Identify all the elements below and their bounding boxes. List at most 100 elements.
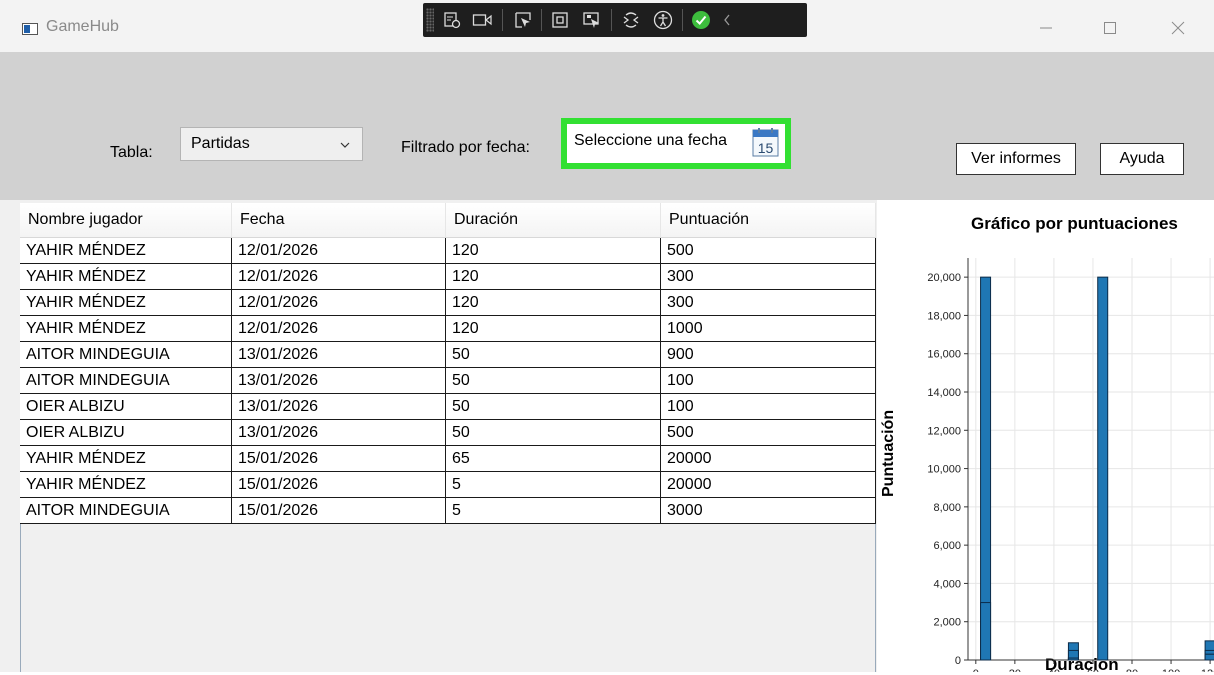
table-cell[interactable]: AITOR MINDEGUIA <box>20 368 232 394</box>
table-row[interactable]: AITOR MINDEGUIA 13/01/2026 50 900 <box>20 342 876 368</box>
table-cell[interactable]: AITOR MINDEGUIA <box>20 498 232 524</box>
close-icon[interactable] <box>1163 14 1193 42</box>
chart-bar <box>1067 657 1079 661</box>
table-cell[interactable]: 12/01/2026 <box>232 290 446 316</box>
maximize-icon[interactable] <box>1095 14 1125 42</box>
table-row[interactable]: YAHIR MÉNDEZ 15/01/2026 5 20000 <box>20 472 876 498</box>
table-cell[interactable]: 13/01/2026 <box>232 368 446 394</box>
table-cell[interactable]: OIER ALBIZU <box>20 420 232 446</box>
table-cell[interactable]: 100 <box>661 394 876 420</box>
video-camera-icon[interactable] <box>470 9 494 31</box>
window-title: GameHub <box>46 18 119 35</box>
collapse-chevron-icon[interactable] <box>715 9 739 31</box>
chart-y-tick-label: 0 <box>955 655 961 667</box>
table-cell[interactable]: 100 <box>661 368 876 394</box>
table-cell[interactable]: 500 <box>661 238 876 264</box>
table-cell[interactable]: 900 <box>661 342 876 368</box>
chart-bar <box>1204 653 1214 661</box>
chart-y-tick-label: 16,000 <box>927 349 961 361</box>
table-cell[interactable]: 5 <box>446 498 661 524</box>
table-cell[interactable]: YAHIR MÉNDEZ <box>20 264 232 290</box>
table-row[interactable]: YAHIR MÉNDEZ 12/01/2026 120 500 <box>20 238 876 264</box>
track-focus-icon[interactable] <box>580 9 604 31</box>
table-cell[interactable]: 15/01/2026 <box>232 472 446 498</box>
help-button[interactable]: Ayuda <box>1100 143 1184 175</box>
calendar-day-text: 15 <box>758 140 774 156</box>
table-cell[interactable]: AITOR MINDEGUIA <box>20 342 232 368</box>
table-cell[interactable]: 20000 <box>661 446 876 472</box>
chart-y-tick-label: 4,000 <box>933 578 961 590</box>
table-cell[interactable]: 120 <box>446 264 661 290</box>
date-filter-label: Filtrado por fecha: <box>401 139 530 156</box>
table-cell[interactable]: 13/01/2026 <box>232 420 446 446</box>
date-picker[interactable]: Seleccione una fecha 15 <box>567 124 785 163</box>
table-cell[interactable]: 120 <box>446 238 661 264</box>
table-cell[interactable]: 500 <box>661 420 876 446</box>
chart-x-tick-label: 100 <box>1162 668 1180 672</box>
table-select-value: Partidas <box>191 135 250 152</box>
xaml-debug-toolbar <box>423 3 807 37</box>
table-cell[interactable]: 12/01/2026 <box>232 264 446 290</box>
table-cell[interactable]: 50 <box>446 420 661 446</box>
table-cell[interactable]: 13/01/2026 <box>232 394 446 420</box>
table-cell[interactable]: 15/01/2026 <box>232 498 446 524</box>
table-cell[interactable]: YAHIR MÉNDEZ <box>20 472 232 498</box>
table-cell[interactable]: 5 <box>446 472 661 498</box>
table-cell[interactable]: 3000 <box>661 498 876 524</box>
chart-y-tick-label: 6,000 <box>933 540 961 552</box>
table-row[interactable]: YAHIR MÉNDEZ 15/01/2026 65 20000 <box>20 446 876 472</box>
minimize-icon[interactable] <box>1031 14 1061 42</box>
accessibility-icon[interactable] <box>651 9 675 31</box>
app-window-icon <box>22 23 38 35</box>
column-header-duration[interactable]: Duración <box>446 203 661 238</box>
table-cell[interactable]: 1000 <box>661 316 876 342</box>
table-cell[interactable]: 13/01/2026 <box>232 342 446 368</box>
toolbar-grip-icon[interactable] <box>426 8 434 32</box>
table-row[interactable]: YAHIR MÉNDEZ 12/01/2026 120 300 <box>20 290 876 316</box>
chart-bar <box>1097 276 1109 661</box>
table-cell[interactable]: OIER ALBIZU <box>20 394 232 420</box>
table-select[interactable]: Partidas <box>180 127 363 161</box>
table-cell[interactable]: YAHIR MÉNDEZ <box>20 238 232 264</box>
table-cell[interactable]: 20000 <box>661 472 876 498</box>
table-row[interactable]: OIER ALBIZU 13/01/2026 50 500 <box>20 420 876 446</box>
chevron-down-icon <box>340 136 350 154</box>
column-header-date[interactable]: Fecha <box>232 203 446 238</box>
calendar-icon[interactable]: 15 <box>752 128 779 157</box>
table-cell[interactable]: 120 <box>446 316 661 342</box>
hot-reload-icon[interactable] <box>619 9 643 31</box>
table-cell[interactable]: 15/01/2026 <box>232 446 446 472</box>
view-reports-button[interactable]: Ver informes <box>956 143 1076 175</box>
table-cell[interactable]: 50 <box>446 394 661 420</box>
column-header-player[interactable]: Nombre jugador <box>20 203 232 238</box>
table-cell[interactable]: YAHIR MÉNDEZ <box>20 446 232 472</box>
chart-y-tick-label: 20,000 <box>927 272 961 284</box>
chart-title: Gráfico por puntuaciones <box>971 214 1178 233</box>
title-bar: GameHub <box>0 0 1214 52</box>
table-row[interactable]: YAHIR MÉNDEZ 12/01/2026 120 300 <box>20 264 876 290</box>
table-row[interactable]: OIER ALBIZU 13/01/2026 50 100 <box>20 394 876 420</box>
chart-x-tick-label: 60 <box>1087 668 1099 672</box>
table-label: Tabla: <box>110 144 153 161</box>
date-picker-placeholder: Seleccione una fecha <box>574 132 727 149</box>
table-cell[interactable]: YAHIR MÉNDEZ <box>20 290 232 316</box>
table-row[interactable]: YAHIR MÉNDEZ 12/01/2026 120 1000 <box>20 316 876 342</box>
table-cell[interactable]: 300 <box>661 264 876 290</box>
column-header-score[interactable]: Puntuación <box>661 203 876 238</box>
table-cell[interactable]: YAHIR MÉNDEZ <box>20 316 232 342</box>
live-visual-tree-icon[interactable] <box>440 9 464 31</box>
table-cell[interactable]: 50 <box>446 342 661 368</box>
checkmark-success-icon[interactable] <box>689 9 713 31</box>
select-element-icon[interactable] <box>511 9 535 31</box>
grid-body: YAHIR MÉNDEZ 12/01/2026 120 500 YAHIR MÉNDEZ… <box>20 238 876 524</box>
table-cell[interactable]: 65 <box>446 446 661 472</box>
table-cell[interactable]: 12/01/2026 <box>232 316 446 342</box>
table-cell[interactable]: 120 <box>446 290 661 316</box>
table-row[interactable]: AITOR MINDEGUIA 13/01/2026 50 100 <box>20 368 876 394</box>
table-row[interactable]: AITOR MINDEGUIA 15/01/2026 5 3000 <box>20 498 876 524</box>
display-layout-adorners-icon[interactable] <box>548 9 572 31</box>
chart-y-tick-label: 12,000 <box>927 425 961 437</box>
table-cell[interactable]: 12/01/2026 <box>232 238 446 264</box>
table-cell[interactable]: 300 <box>661 290 876 316</box>
table-cell[interactable]: 50 <box>446 368 661 394</box>
